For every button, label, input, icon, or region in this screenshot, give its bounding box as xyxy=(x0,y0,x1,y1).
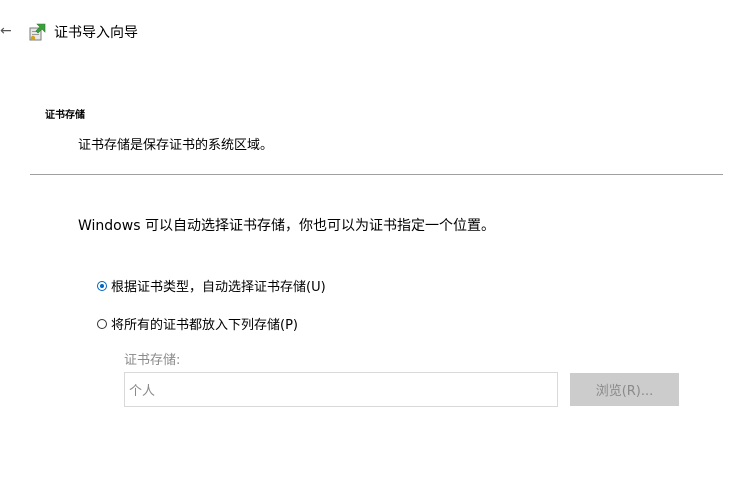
info-text: Windows 可以自动选择证书存储，你也可以为证书指定一个位置。 xyxy=(78,218,495,234)
wizard-title: 证书导入向导 xyxy=(54,25,138,41)
section-heading: 证书存储 xyxy=(45,110,85,121)
browse-button: 浏览(R)... xyxy=(570,373,679,406)
section-description: 证书存储是保存证书的系统区域。 xyxy=(78,138,274,153)
store-input: 个人 xyxy=(124,372,558,407)
header-divider xyxy=(30,174,723,175)
radio-place-in-store[interactable]: 将所有的证书都放入下列存储(P) xyxy=(97,314,298,333)
store-input-value: 个人 xyxy=(129,384,156,399)
radio-manual-label[interactable]: 将所有的证书都放入下列存储(P) xyxy=(111,314,298,333)
store-field-label: 证书存储: xyxy=(124,353,181,368)
radio-button-unchecked[interactable] xyxy=(97,318,107,329)
back-arrow-icon[interactable]: ← xyxy=(0,23,12,39)
wizard-header: 证书导入向导 xyxy=(28,20,138,44)
radio-auto-select-store[interactable]: 根据证书类型，自动选择证书存储(U) xyxy=(97,276,326,295)
radio-auto-label[interactable]: 根据证书类型，自动选择证书存储(U) xyxy=(111,276,326,295)
certificate-wizard-icon xyxy=(28,22,48,42)
radio-button-checked[interactable] xyxy=(97,280,107,291)
